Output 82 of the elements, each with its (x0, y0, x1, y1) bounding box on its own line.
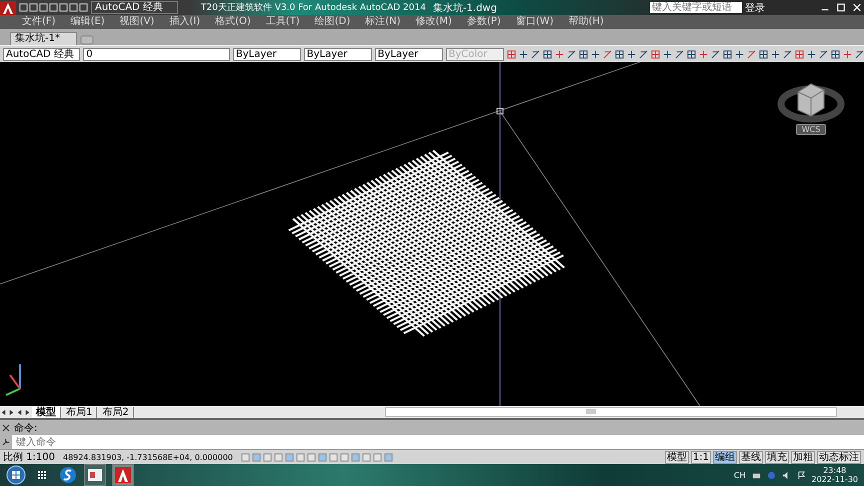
file-name: 集水坑-1.dwg (432, 2, 497, 14)
toolbar-icon[interactable] (735, 50, 744, 58)
toolbar-icon[interactable] (555, 50, 564, 58)
toolbar-icon[interactable] (651, 50, 660, 58)
start-button[interactable] (6, 465, 26, 485)
volume-icon[interactable] (782, 470, 790, 480)
lineweight-combo[interactable]: ByLayer (374, 48, 442, 60)
status-toggle[interactable]: 填充 (765, 450, 789, 464)
toolbar-icon[interactable] (819, 50, 828, 58)
menu-item[interactable]: 编辑(E) (70, 16, 105, 28)
status-toggle[interactable]: 编组 (713, 450, 737, 464)
toolbar-icon[interactable] (627, 50, 636, 58)
window-title: T20天正建筑软件 V3.0 For Autodesk AutoCAD 2014 (200, 2, 426, 14)
toolbar-icon[interactable] (711, 50, 720, 58)
toolbar-icon[interactable] (723, 50, 732, 58)
linetype-combo[interactable]: ByLayer (304, 48, 372, 60)
toolbar-icon[interactable] (795, 50, 804, 58)
coordinates-readout: 48924.831903, -1.731568E+04, 0.000000 (63, 452, 233, 462)
presentation-app-icon[interactable] (84, 464, 106, 486)
keyboard-icon[interactable] (752, 470, 760, 480)
wrench-icon[interactable] (2, 438, 10, 446)
toolbar-icon[interactable] (543, 50, 552, 58)
flag-icon[interactable] (796, 470, 806, 480)
scale-dropdown[interactable]: 比例 1:100 (3, 450, 55, 464)
toolbar-icon[interactable] (567, 50, 576, 58)
autocad-app-icon[interactable] (112, 464, 134, 486)
toolbar-icon[interactable] (855, 50, 864, 58)
browser-icon[interactable] (58, 465, 78, 485)
menu-item[interactable]: 标注(N) (365, 16, 401, 28)
command-input[interactable]: 键入命令 (12, 435, 864, 449)
menu-item[interactable]: 帮助(H) (568, 16, 604, 28)
document-tab[interactable]: 集水坑-1* (10, 32, 77, 45)
menu-item[interactable]: 窗口(W) (516, 16, 554, 28)
menu-item[interactable]: 工具(T) (266, 16, 300, 28)
color-combo[interactable]: ByLayer (232, 48, 301, 60)
toolbar-icon[interactable] (771, 50, 780, 58)
clock-time[interactable]: 23:48 (823, 466, 846, 475)
menu-item[interactable]: 文件(F) (22, 16, 56, 28)
menu-item[interactable]: 格式(O) (215, 16, 251, 28)
annotation-scale-button[interactable]: 1:1 (690, 450, 711, 464)
login-link[interactable]: 登录 (745, 0, 765, 14)
horizontal-scrollbar[interactable] (384, 407, 837, 417)
ucs-axis-icon (6, 364, 21, 396)
toolbar-icon[interactable] (519, 50, 528, 58)
toolbar-icon[interactable] (747, 50, 756, 58)
toolbar-icon[interactable] (831, 50, 840, 58)
status-toggle[interactable]: 加粗 (791, 450, 815, 464)
toolbar-icon[interactable] (639, 50, 648, 58)
layout-tab[interactable]: 模型 (32, 406, 61, 418)
menu-item[interactable]: 修改(M) (416, 16, 452, 28)
workspace-dropdown[interactable]: AutoCAD 经典 (91, 1, 178, 14)
language-indicator[interactable]: CH (734, 470, 746, 480)
toolbar-icon[interactable] (843, 50, 852, 58)
toolbar-icon[interactable] (663, 50, 672, 58)
toolbar-icon[interactable] (807, 50, 816, 58)
model-button[interactable]: 模型 (664, 450, 689, 464)
menu-item[interactable]: 参数(P) (466, 16, 501, 28)
toolbar-icon[interactable] (603, 50, 612, 58)
clock-date[interactable]: 2022-11-30 (812, 475, 858, 484)
toolbar-icon[interactable] (783, 50, 792, 58)
toolbar-icon[interactable] (699, 50, 708, 58)
layer-combo[interactable]: 0 (83, 48, 230, 60)
menu-item[interactable]: 插入(I) (169, 16, 200, 28)
toolbar-icon[interactable] (687, 50, 696, 58)
command-history: 命令: (14, 422, 38, 434)
toolbar-icon[interactable] (615, 50, 624, 58)
status-toggle[interactable]: 动态标注 (817, 450, 861, 464)
maximize-icon[interactable] (834, 2, 848, 13)
toolbar-icon[interactable] (507, 50, 516, 58)
wcs-label[interactable]: WCS (796, 124, 826, 135)
workspace-combo[interactable]: AutoCAD 经典 (3, 48, 80, 60)
toolbar-icon[interactable] (531, 50, 540, 58)
menu-item[interactable]: 绘图(D) (314, 16, 350, 28)
pickbox-icon (496, 108, 504, 114)
toolbar-icon[interactable] (579, 50, 588, 58)
status-toggle[interactable]: 基线 (739, 450, 763, 464)
app-logo-icon[interactable] (0, 0, 16, 14)
toolbar-icon[interactable] (675, 50, 684, 58)
toolbar-icon[interactable] (759, 50, 768, 58)
menu-item[interactable]: 视图(V) (120, 16, 154, 28)
toolbar-icon[interactable] (591, 50, 600, 58)
close-icon[interactable] (2, 424, 10, 432)
